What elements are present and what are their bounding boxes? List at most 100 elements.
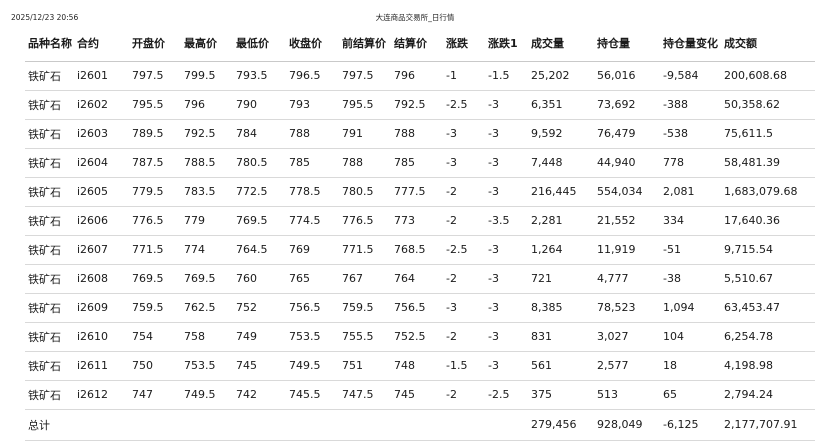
column-header-close: 收盘价 — [286, 28, 339, 62]
column-header-prev-settle: 前结算价 — [339, 28, 391, 62]
total-cell-settle — [391, 409, 443, 441]
cell-contract: i2611 — [74, 351, 129, 381]
cell-settle: 764 — [391, 264, 443, 294]
cell-oi-change: -538 — [660, 119, 721, 149]
cell-low: 764.5 — [233, 235, 286, 265]
cell-low: 784 — [233, 119, 286, 149]
cell-high: 769.5 — [181, 264, 233, 294]
cell-settle: 792.5 — [391, 90, 443, 120]
cell-volume: 8,385 — [528, 293, 594, 323]
cell-settle: 748 — [391, 351, 443, 381]
cell-low: 745 — [233, 351, 286, 381]
cell-change1: -3 — [485, 119, 528, 149]
cell-settle: 788 — [391, 119, 443, 149]
cell-turnover: 50,358.62 — [721, 90, 815, 120]
cell-close: 745.5 — [286, 380, 339, 410]
cell-open-interest: 56,016 — [594, 61, 660, 91]
cell-close: 749.5 — [286, 351, 339, 381]
cell-open: 787.5 — [129, 148, 181, 178]
table-body: 铁矿石 i2601 797.5 799.5 793.5 796.5 797.5 796 -1 -1… — [25, 61, 815, 441]
cell-change: -1.5 — [443, 351, 485, 381]
cell-prev-settle: 767 — [339, 264, 391, 294]
total-cell-close — [286, 409, 339, 441]
column-header-high: 最高价 — [181, 28, 233, 62]
total-cell-variety: 总计 — [25, 409, 74, 441]
cell-high: 788.5 — [181, 148, 233, 178]
cell-change: -2 — [443, 322, 485, 352]
cell-high: 762.5 — [181, 293, 233, 323]
cell-high: 779 — [181, 206, 233, 236]
cell-settle: 785 — [391, 148, 443, 178]
cell-oi-change: -9,584 — [660, 61, 721, 91]
cell-prev-settle: 759.5 — [339, 293, 391, 323]
cell-open: 754 — [129, 322, 181, 352]
total-cell-volume: 279,456 — [528, 409, 594, 441]
column-header-variety: 品种名称 — [25, 28, 74, 62]
cell-low: 772.5 — [233, 177, 286, 207]
cell-oi-change: 2,081 — [660, 177, 721, 207]
table-row: 铁矿石 i2606 776.5 779 769.5 774.5 776.5 773 -2 -3.5… — [25, 206, 815, 236]
cell-prev-settle: 795.5 — [339, 90, 391, 120]
cell-change1: -3 — [485, 148, 528, 178]
cell-change: -3 — [443, 148, 485, 178]
cell-high: 774 — [181, 235, 233, 265]
cell-turnover: 4,198.98 — [721, 351, 815, 381]
cell-contract: i2612 — [74, 380, 129, 410]
cell-settle: 777.5 — [391, 177, 443, 207]
cell-open-interest: 3,027 — [594, 322, 660, 352]
cell-open-interest: 11,919 — [594, 235, 660, 265]
cell-open-interest: 2,577 — [594, 351, 660, 381]
cell-turnover: 1,683,079.68 — [721, 177, 815, 207]
cell-settle: 768.5 — [391, 235, 443, 265]
cell-volume: 721 — [528, 264, 594, 294]
cell-high: 753.5 — [181, 351, 233, 381]
cell-open: 797.5 — [129, 61, 181, 91]
cell-change1: -3 — [485, 293, 528, 323]
cell-contract: i2605 — [74, 177, 129, 207]
cell-prev-settle: 776.5 — [339, 206, 391, 236]
cell-open: 771.5 — [129, 235, 181, 265]
table-row: 铁矿石 i2612 747 749.5 742 745.5 747.5 745 -2 -2.5 37… — [25, 380, 815, 410]
cell-change: -2.5 — [443, 90, 485, 120]
cell-change: -3 — [443, 119, 485, 149]
cell-open-interest: 554,034 — [594, 177, 660, 207]
cell-change1: -3 — [485, 322, 528, 352]
cell-oi-change: 65 — [660, 380, 721, 410]
column-header-open-interest: 持仓量 — [594, 28, 660, 62]
column-header-contract: 合约 — [74, 28, 129, 62]
total-cell-oi-change: -6,125 — [660, 409, 721, 441]
table-row: 铁矿石 i2609 759.5 762.5 752 756.5 759.5 756.5 -3 -3… — [25, 293, 815, 323]
cell-contract: i2601 — [74, 61, 129, 91]
cell-open: 776.5 — [129, 206, 181, 236]
cell-high: 783.5 — [181, 177, 233, 207]
cell-oi-change: 1,094 — [660, 293, 721, 323]
cell-low: 793.5 — [233, 61, 286, 91]
table-row: 铁矿石 i2601 797.5 799.5 793.5 796.5 797.5 796 -1 -1… — [25, 61, 815, 91]
cell-change: -2 — [443, 177, 485, 207]
cell-change: -2.5 — [443, 235, 485, 265]
header-row: 品种名称 合约 开盘价 最高价 最低价 收盘价 前结算价 结算价 涨跌 涨跌1 成交量 持仓量 持仓量变… — [25, 28, 815, 62]
cell-volume: 6,351 — [528, 90, 594, 120]
cell-contract: i2602 — [74, 90, 129, 120]
cell-variety: 铁矿石 — [25, 322, 74, 352]
column-header-settle: 结算价 — [391, 28, 443, 62]
cell-change1: -3.5 — [485, 206, 528, 236]
cell-open-interest: 513 — [594, 380, 660, 410]
cell-low: 790 — [233, 90, 286, 120]
cell-open-interest: 78,523 — [594, 293, 660, 323]
cell-change1: -3 — [485, 235, 528, 265]
cell-open-interest: 21,552 — [594, 206, 660, 236]
cell-open: 789.5 — [129, 119, 181, 149]
cell-change: -1 — [443, 61, 485, 91]
cell-change: -2 — [443, 206, 485, 236]
table-row: 铁矿石 i2608 769.5 769.5 760 765 767 764 -2 -3 721 4,7… — [25, 264, 815, 294]
cell-prev-settle: 751 — [339, 351, 391, 381]
cell-open: 795.5 — [129, 90, 181, 120]
cell-low: 769.5 — [233, 206, 286, 236]
table-row: 铁矿石 i2603 789.5 792.5 784 788 791 788 -3 -3 9,592 7… — [25, 119, 815, 149]
total-cell-open — [129, 409, 181, 441]
cell-contract: i2609 — [74, 293, 129, 323]
cell-volume: 2,281 — [528, 206, 594, 236]
cell-low: 742 — [233, 380, 286, 410]
cell-high: 749.5 — [181, 380, 233, 410]
